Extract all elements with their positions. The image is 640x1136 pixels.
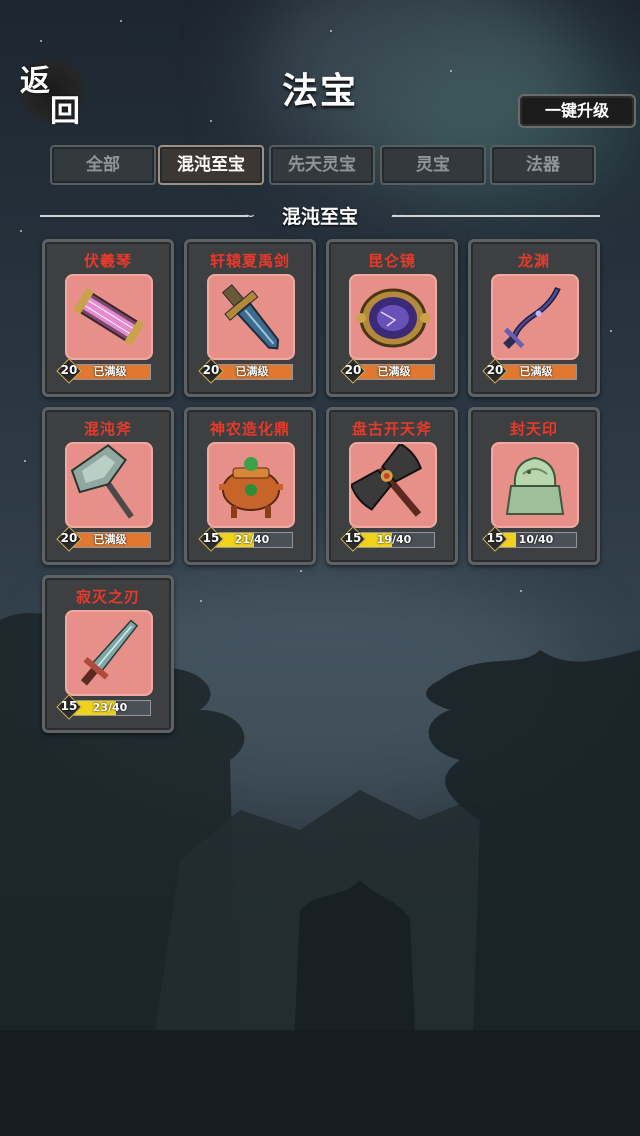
treasure-card[interactable]: 伏羲琴 已满级 20 bbox=[42, 239, 174, 397]
shennong-cauldron-icon bbox=[207, 442, 295, 528]
level-number: 20 bbox=[486, 363, 504, 377]
treasure-name: 龙渊 bbox=[517, 252, 550, 270]
chaos-axe-icon bbox=[65, 442, 153, 528]
level-number: 20 bbox=[202, 363, 220, 377]
treasure-name: 盘古开天斧 bbox=[351, 420, 432, 438]
treasure-card[interactable]: 昆仑镜 已满级 20 bbox=[326, 239, 458, 397]
level-number: 15 bbox=[202, 531, 220, 545]
treasure-card[interactable]: 混沌斧 已满级 20 bbox=[42, 407, 174, 565]
fuxi-qin-icon bbox=[65, 274, 153, 360]
treasure-card[interactable]: 寂灭之刃 23/40 15 bbox=[42, 575, 174, 733]
treasure-name: 昆仑镜 bbox=[367, 252, 416, 270]
level-badge: 20 bbox=[56, 358, 82, 384]
treasure-name: 轩辕夏禹剑 bbox=[209, 252, 290, 270]
tab-innate-treasure[interactable]: 先天灵宝 bbox=[269, 145, 375, 185]
treasure-name: 伏羲琴 bbox=[83, 252, 132, 270]
treasure-name: 寂灭之刃 bbox=[75, 588, 140, 606]
treasure-name: 神农造化鼎 bbox=[209, 420, 290, 438]
tab-spirit-treasure[interactable]: 灵宝 bbox=[380, 145, 486, 185]
level-number: 20 bbox=[344, 363, 362, 377]
level-number: 15 bbox=[60, 699, 78, 713]
treasure-card[interactable]: 龙渊 已满级 20 bbox=[468, 239, 600, 397]
level-number: 20 bbox=[60, 531, 78, 545]
fengtian-seal-icon bbox=[491, 442, 579, 528]
level-badge: 20 bbox=[482, 358, 508, 384]
longyuan-blade-icon bbox=[491, 274, 579, 360]
kunlun-mirror-icon bbox=[349, 274, 437, 360]
level-number: 15 bbox=[344, 531, 362, 545]
level-badge: 20 bbox=[198, 358, 224, 384]
level-badge: 20 bbox=[56, 526, 82, 552]
level-badge: 15 bbox=[482, 526, 508, 552]
level-badge: 20 bbox=[340, 358, 366, 384]
level-badge: 15 bbox=[198, 526, 224, 552]
xuanyuan-sword-icon bbox=[207, 274, 295, 360]
tab-chaos-treasure[interactable]: 混沌至宝 bbox=[158, 145, 264, 185]
tab-magic-tool[interactable]: 法器 bbox=[490, 145, 596, 185]
level-number: 20 bbox=[60, 363, 78, 377]
tab-all[interactable]: 全部 bbox=[50, 145, 156, 185]
pangu-axe-icon bbox=[349, 442, 437, 528]
treasure-card[interactable]: 轩辕夏禹剑 已满级 20 bbox=[184, 239, 316, 397]
level-badge: 15 bbox=[340, 526, 366, 552]
treasure-card[interactable]: 神农造化鼎 21/40 15 bbox=[184, 407, 316, 565]
divider-right bbox=[392, 215, 600, 217]
jimie-blade-icon bbox=[65, 610, 153, 696]
level-badge: 15 bbox=[56, 694, 82, 720]
level-number: 15 bbox=[486, 531, 504, 545]
treasure-name: 混沌斧 bbox=[83, 420, 132, 438]
treasure-card[interactable]: 封天印 10/40 15 bbox=[468, 407, 600, 565]
upgrade-all-button[interactable]: 一键升级 bbox=[518, 94, 636, 128]
section-header: ~ 混沌至宝 ~ bbox=[40, 202, 600, 230]
treasure-name: 封天印 bbox=[509, 420, 558, 438]
treasure-card[interactable]: 盘古开天斧 19/40 15 bbox=[326, 407, 458, 565]
